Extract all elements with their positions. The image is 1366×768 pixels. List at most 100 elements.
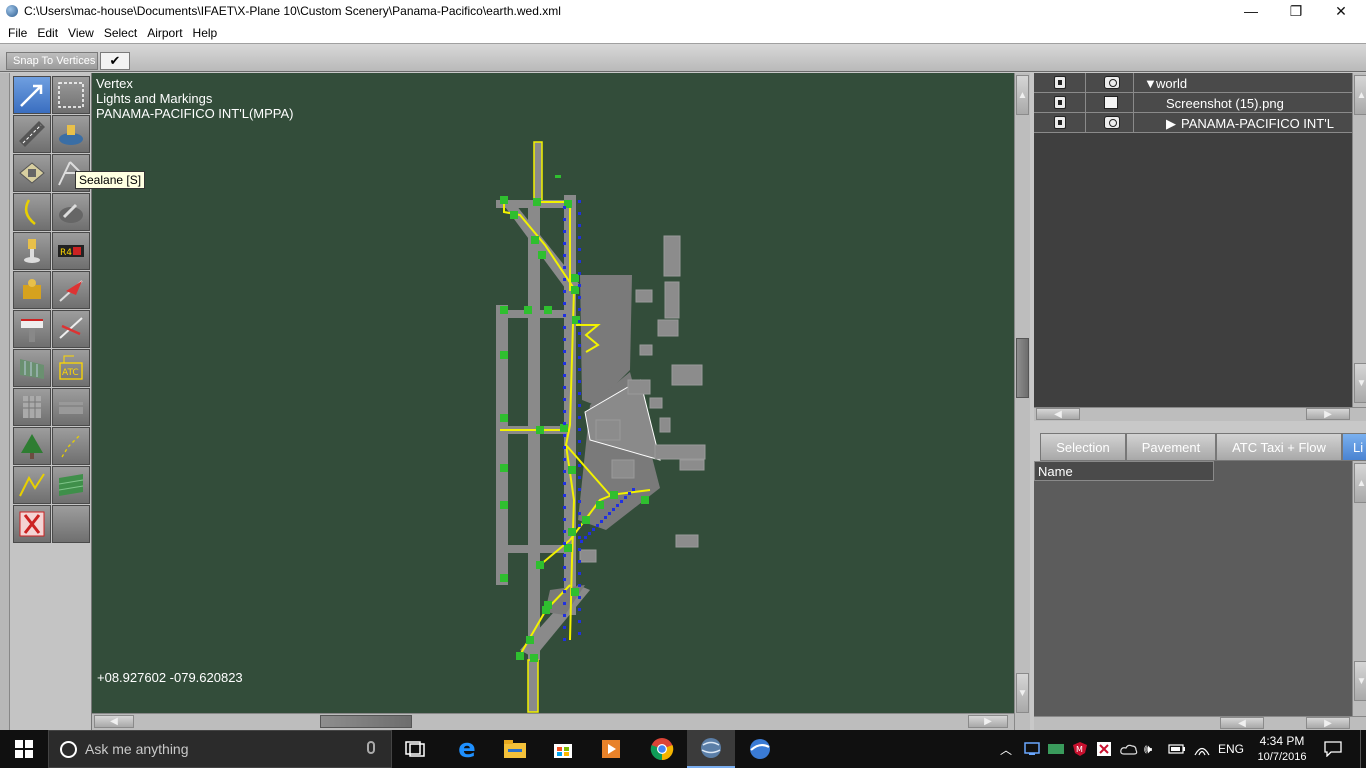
tray-overflow-icon[interactable]: ︿ — [1000, 730, 1012, 768]
line-tool-button[interactable] — [52, 427, 90, 465]
map-horizontal-scroll-thumb[interactable] — [320, 715, 412, 728]
action-center-icon[interactable] — [1324, 730, 1342, 768]
start-button[interactable] — [0, 730, 48, 768]
property-vertical-scrollbar[interactable]: ▲ ▼ — [1352, 461, 1366, 716]
property-list[interactable]: Name — [1034, 461, 1352, 716]
object-tool-button[interactable] — [13, 388, 51, 426]
battery-icon[interactable] — [1168, 730, 1186, 768]
edge-browser-icon[interactable]: e — [443, 730, 491, 768]
airport-layout[interactable] — [92, 73, 1014, 713]
close-button[interactable]: ✕ — [1318, 0, 1364, 22]
menu-airport[interactable]: Airport — [143, 26, 186, 40]
menu-help[interactable]: Help — [189, 26, 222, 40]
layer-row[interactable]: ▼ world — [1034, 73, 1352, 93]
layer-name[interactable]: PANAMA-PACIFICO INT'L — [1181, 116, 1334, 131]
scroll-down-arrow[interactable]: ▼ — [1016, 673, 1029, 713]
windsock-tool-button[interactable] — [52, 271, 90, 309]
layer-expand-icon[interactable]: ▼ — [1144, 76, 1157, 91]
mcafee-shield-icon[interactable]: M — [1072, 730, 1088, 768]
tower-viewpoint-tool-button[interactable] — [13, 310, 51, 348]
map-view[interactable]: Vertex Lights and Markings PANAMA-PACIFI… — [92, 73, 1014, 713]
panel-divider[interactable] — [1034, 421, 1366, 433]
draped-polygon-tool-button[interactable] — [52, 466, 90, 504]
minimize-button[interactable]: — — [1228, 0, 1274, 22]
boundary-tool-button[interactable] — [52, 193, 90, 231]
runway-tool-button[interactable] — [13, 115, 51, 153]
media-player-icon[interactable] — [587, 730, 635, 768]
scroll-right-arrow[interactable]: ▶ — [968, 715, 1008, 728]
layer-row[interactable]: ▶ PANAMA-PACIFICO INT'L — [1034, 113, 1352, 133]
menu-file[interactable]: File — [4, 26, 31, 40]
scroll-up-arrow[interactable]: ▲ — [1354, 75, 1366, 115]
exclusion-tool-button[interactable] — [13, 505, 51, 543]
facade-tool-button[interactable] — [13, 349, 51, 387]
layer-horizontal-scrollbar[interactable]: ◀ ▶ — [1034, 407, 1366, 421]
beacon-tool-button[interactable] — [13, 271, 51, 309]
map-vertical-scroll-thumb[interactable] — [1016, 338, 1029, 398]
scroll-down-arrow[interactable]: ▼ — [1354, 363, 1366, 403]
tray-app-icon-2[interactable] — [1048, 730, 1064, 768]
scroll-left-arrow[interactable]: ◀ — [1220, 717, 1264, 729]
property-horizontal-scrollbar[interactable]: ◀ ▶ — [1034, 716, 1366, 730]
scroll-right-arrow[interactable]: ▶ — [1306, 717, 1350, 729]
store-icon[interactable] — [539, 730, 587, 768]
light-tool-button[interactable] — [13, 232, 51, 270]
scroll-up-arrow[interactable]: ▲ — [1354, 463, 1366, 503]
string-tool-button[interactable] — [52, 388, 90, 426]
restore-button[interactable]: ❐ — [1273, 0, 1319, 22]
wifi-icon[interactable] — [1194, 730, 1210, 768]
map-horizontal-scrollbar[interactable]: ◀ ▶ — [92, 713, 1014, 730]
cortana-search-box[interactable]: Ask me anything — [48, 730, 392, 768]
scroll-left-arrow[interactable]: ◀ — [1036, 408, 1080, 420]
worldeditor-taskbar-icon[interactable] — [687, 730, 735, 768]
tab-lights[interactable]: Li — [1342, 433, 1366, 461]
tab-pavement[interactable]: Pavement — [1126, 433, 1216, 461]
helipad-tool-button[interactable] — [52, 115, 90, 153]
layer-name[interactable]: Screenshot (15).png — [1166, 96, 1284, 111]
chrome-icon[interactable] — [638, 730, 686, 768]
forest-tool-button[interactable] — [13, 427, 51, 465]
menu-view[interactable]: View — [64, 26, 98, 40]
layer-expand-icon[interactable]: ▶ — [1166, 116, 1176, 132]
snap-to-vertices-checkbox[interactable]: ✔ — [100, 52, 130, 70]
language-indicator[interactable]: ENG — [1218, 730, 1244, 768]
tab-atc-taxi-flow[interactable]: ATC Taxi + Flow — [1216, 433, 1342, 461]
volume-icon[interactable]: 🕪 — [1144, 730, 1152, 768]
lock-icon[interactable] — [1054, 116, 1066, 129]
layer-vertical-scrollbar[interactable]: ▲ ▼ — [1352, 73, 1366, 407]
layer-hierarchy[interactable]: ▼ world Screenshot (15).png ▶ PANAMA-PAC… — [1034, 73, 1352, 407]
empty-tool-button[interactable] — [52, 505, 90, 543]
vertex-tool-button[interactable] — [13, 76, 51, 114]
lock-icon[interactable] — [1054, 96, 1066, 109]
tray-app-icon-1[interactable] — [1024, 730, 1040, 768]
clock[interactable]: 4:34 PM 10/7/2016 — [1254, 730, 1310, 768]
visibility-box-icon[interactable] — [1104, 96, 1118, 109]
scroll-down-arrow[interactable]: ▼ — [1354, 661, 1366, 701]
menu-select[interactable]: Select — [100, 26, 141, 40]
taxiway-tool-button[interactable] — [13, 154, 51, 192]
eye-icon[interactable] — [1104, 116, 1120, 129]
show-desktop-button[interactable] — [1360, 730, 1366, 768]
task-view-icon[interactable] — [392, 730, 440, 768]
microphone-icon[interactable] — [367, 741, 375, 754]
eye-icon[interactable] — [1104, 76, 1120, 89]
sign-tool-button[interactable]: R4 — [52, 232, 90, 270]
layer-row[interactable]: Screenshot (15).png — [1034, 93, 1352, 113]
taxiline-tool-button[interactable] — [13, 193, 51, 231]
onedrive-icon[interactable] — [1120, 730, 1138, 768]
scroll-up-arrow[interactable]: ▲ — [1016, 75, 1029, 115]
atc-flow-tool-button[interactable]: ATC — [52, 349, 90, 387]
layer-name[interactable]: world — [1156, 76, 1187, 91]
map-vertical-scrollbar[interactable]: ▲ ▼ — [1014, 73, 1030, 730]
name-column-header[interactable]: Name — [1034, 461, 1214, 481]
file-explorer-icon[interactable] — [491, 730, 539, 768]
tab-selection[interactable]: Selection — [1040, 433, 1126, 461]
google-earth-icon[interactable] — [736, 730, 784, 768]
scroll-left-arrow[interactable]: ◀ — [94, 715, 134, 728]
polygon-line-tool-button[interactable] — [13, 466, 51, 504]
ramp-start-tool-button[interactable] — [52, 310, 90, 348]
marquee-tool-button[interactable] — [52, 76, 90, 114]
menu-edit[interactable]: Edit — [33, 26, 62, 40]
lock-icon[interactable] — [1054, 76, 1066, 89]
scroll-right-arrow[interactable]: ▶ — [1306, 408, 1350, 420]
